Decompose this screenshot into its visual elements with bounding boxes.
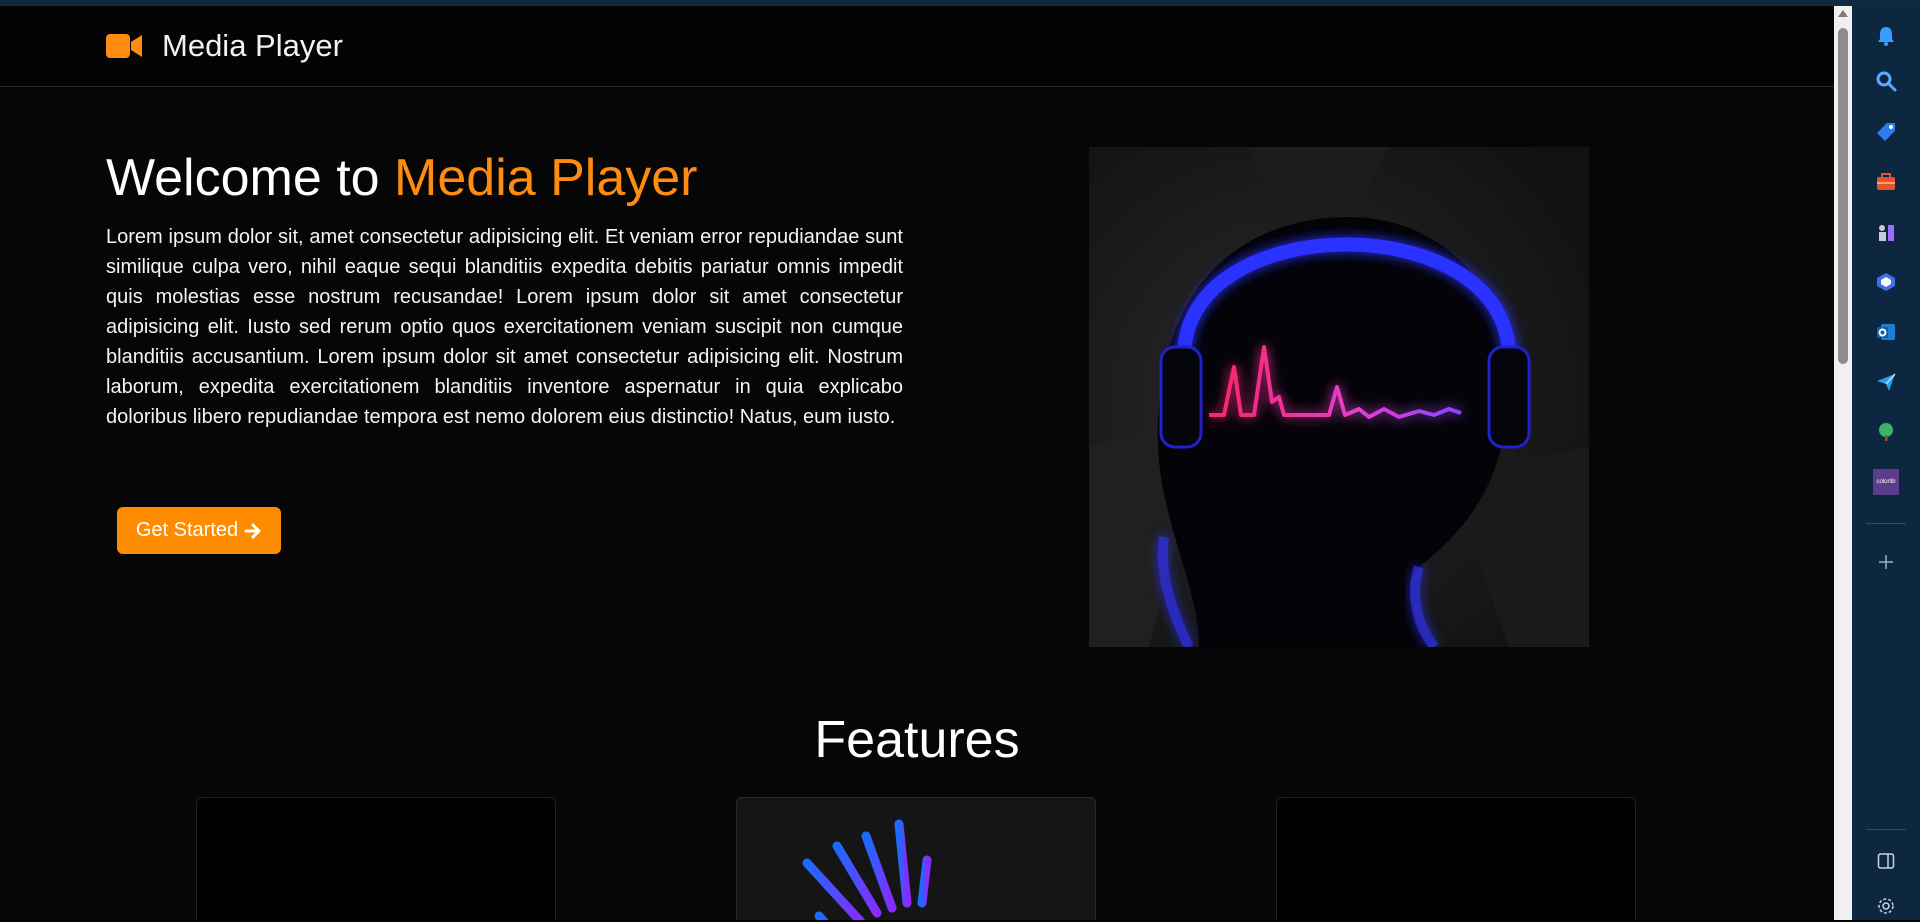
bell-icon[interactable] xyxy=(1870,20,1902,52)
send-icon[interactable] xyxy=(1870,366,1902,398)
add-icon[interactable] xyxy=(1870,546,1902,578)
browser-sidebar: colorlib xyxy=(1852,6,1920,920)
tree-icon[interactable] xyxy=(1870,416,1902,448)
scroll-thumb[interactable] xyxy=(1838,28,1848,364)
features-heading: Features xyxy=(814,711,1020,769)
chess-icon[interactable] xyxy=(1870,216,1902,248)
hero-title-accent: Media Player xyxy=(394,149,698,207)
get-started-button[interactable]: Get Started xyxy=(117,507,281,554)
brand[interactable]: Media Player xyxy=(106,28,343,64)
outlook-icon[interactable] xyxy=(1870,316,1902,348)
page-scrollbar[interactable] xyxy=(1834,6,1852,920)
briefcase-icon[interactable] xyxy=(1870,166,1902,198)
scroll-up-arrow-icon[interactable] xyxy=(1838,10,1848,17)
web-page: Media Player Welcome to Media Player Lor… xyxy=(0,6,1834,920)
navbar: Media Player xyxy=(0,6,1834,87)
tag-icon[interactable] xyxy=(1870,116,1902,148)
copilot-icon[interactable] xyxy=(1870,266,1902,298)
feature-card-3[interactable] xyxy=(1276,797,1636,920)
feature-card-1[interactable] xyxy=(196,797,556,920)
sidebar-divider-bottom xyxy=(1866,829,1906,830)
brand-title: Media Player xyxy=(162,28,343,63)
settings-icon[interactable] xyxy=(1870,890,1902,922)
search-icon[interactable] xyxy=(1870,65,1902,97)
video-camera-icon xyxy=(106,34,142,58)
hero-paragraph: Lorem ipsum dolor sit, amet consectetur … xyxy=(106,226,903,428)
colorlib-icon[interactable]: colorlib xyxy=(1870,466,1902,498)
feature-card-2[interactable] xyxy=(736,797,1096,920)
colorlib-label: colorlib xyxy=(1876,479,1896,485)
headphones-illustration xyxy=(1089,147,1589,647)
hero-title: Welcome to Media Player xyxy=(106,148,698,208)
sidebar-divider xyxy=(1866,523,1906,524)
get-started-label: Get Started xyxy=(135,519,239,541)
audio-visualizer-graphic xyxy=(802,819,932,920)
hero-title-prefix: Welcome to xyxy=(106,149,395,207)
arrow-right-icon xyxy=(244,523,261,538)
sidebar-toggle-icon[interactable] xyxy=(1870,845,1902,877)
